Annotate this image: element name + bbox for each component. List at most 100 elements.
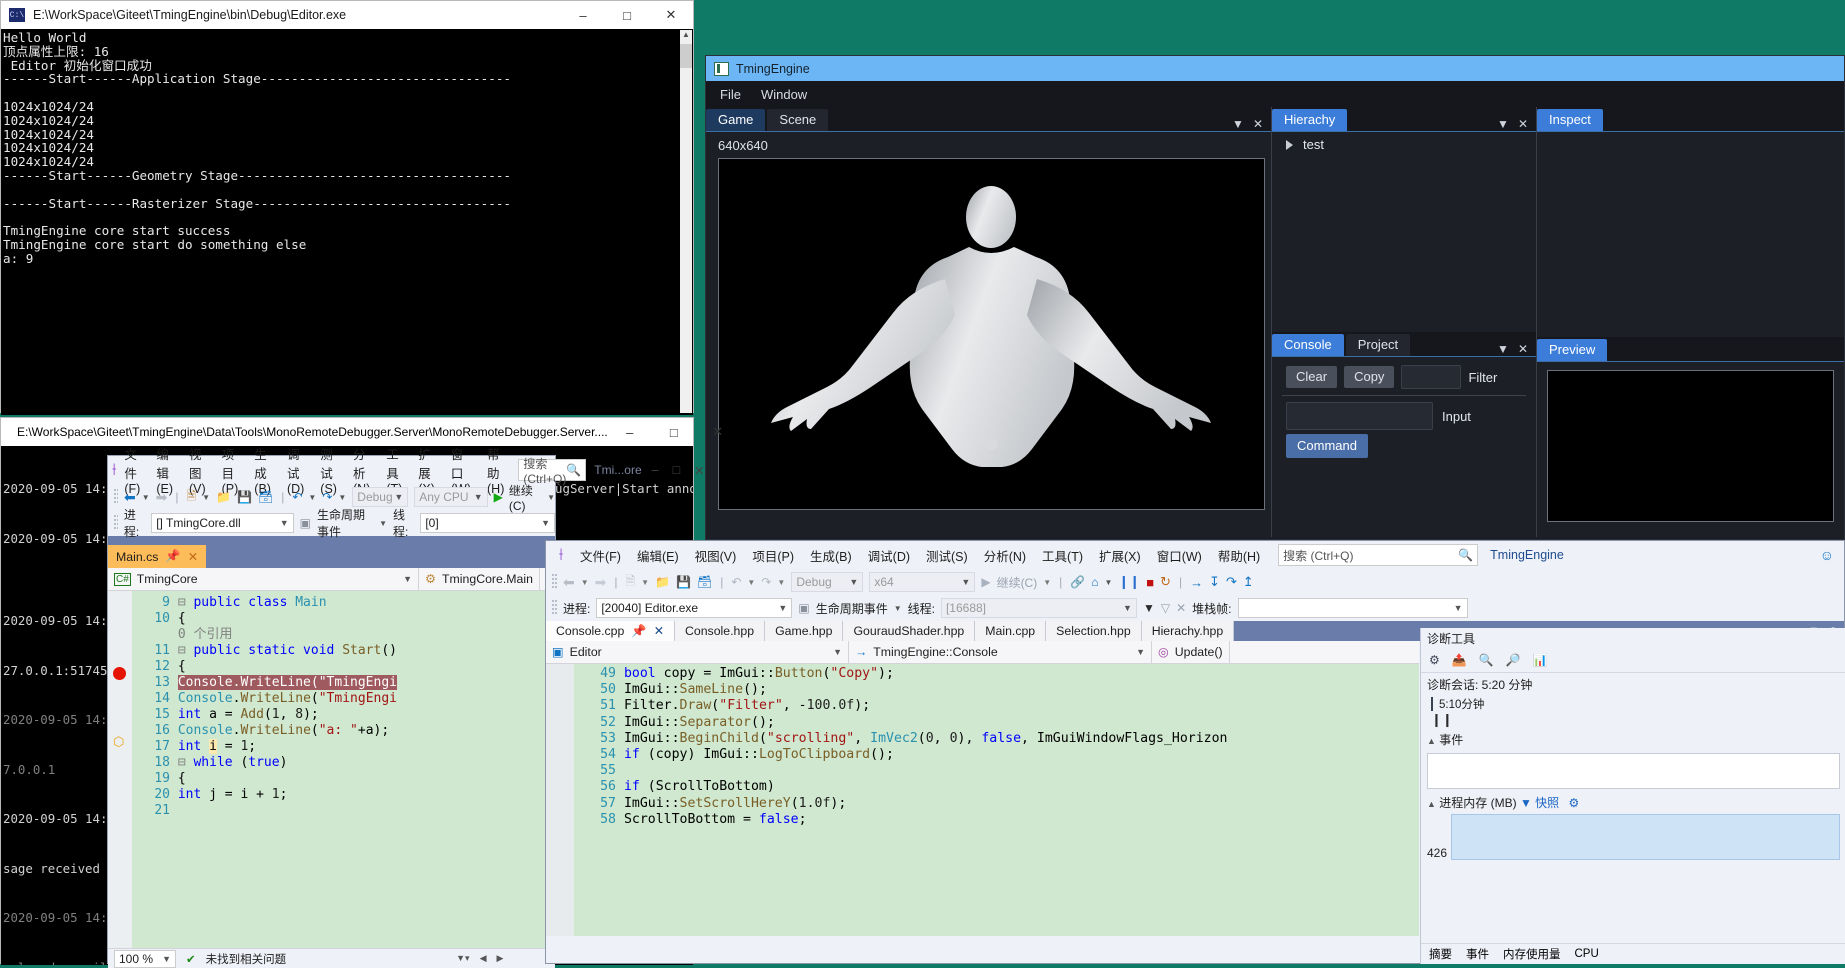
tab-gouraudshader-hpp[interactable]: GouraudShader.hpp xyxy=(843,621,976,641)
undo-dropdown-icon[interactable]: ▼ xyxy=(747,578,755,587)
zoom-combo[interactable]: 100 % ▼ xyxy=(114,949,176,968)
tab-console-cpp[interactable]: Console.cpp 📌 ✕ xyxy=(546,621,675,641)
step-over-icon[interactable]: → xyxy=(1190,575,1203,590)
tming-titlebar[interactable]: TmingEngine xyxy=(706,56,1844,81)
vs1-menubar[interactable]: ⟊ 文件(F) 编辑(E) 视图(V) 项目(P) 生成(B) 调试(D) 测试… xyxy=(108,448,705,496)
console-input[interactable] xyxy=(1286,402,1433,430)
minimize-button[interactable]: – xyxy=(608,418,652,446)
account-icon[interactable]: ☺ xyxy=(1820,547,1834,563)
tab-summary[interactable]: 摘要 xyxy=(1429,946,1452,962)
stop-icon[interactable]: ■ xyxy=(1146,575,1154,590)
minimize-button[interactable]: – xyxy=(561,1,605,29)
continue-label[interactable]: 继续(C) xyxy=(997,574,1038,591)
back-dropdown-icon[interactable]: ▼ xyxy=(581,578,589,587)
scroll-up-arrow-icon[interactable]: ▲ xyxy=(680,30,692,43)
game-render-canvas[interactable] xyxy=(718,158,1265,510)
search-box[interactable]: 搜索 (Ctrl+Q) 🔍 xyxy=(1278,544,1479,566)
collapse-icon[interactable]: ▼ xyxy=(1497,342,1509,356)
chevron-right-icon[interactable]: ▲ xyxy=(1427,736,1436,746)
diagnostics-toolbar[interactable]: ⚙ 📤 🔍 🔎 📊 xyxy=(1421,648,1845,673)
chevron-down-icon[interactable]: ▼ xyxy=(1136,647,1145,657)
scroll-down-icon[interactable]: ▼▾ xyxy=(456,953,469,964)
close-icon[interactable]: ✕ xyxy=(1518,342,1528,356)
menu-help[interactable]: 帮助(H) xyxy=(1210,542,1268,569)
menu-view[interactable]: 视图(V) xyxy=(687,542,745,569)
step-into-icon[interactable]: ↧ xyxy=(1209,574,1220,590)
scroll-left-icon[interactable]: ◀ xyxy=(480,953,487,964)
codelens-text[interactable]: 0 个引用 xyxy=(178,627,233,642)
tming-menubar[interactable]: File Window xyxy=(706,81,1844,107)
save-all-icon[interactable]: 🗃 xyxy=(258,490,273,504)
thread-combo[interactable]: [0] ▼ xyxy=(420,513,555,533)
chevron-right-icon[interactable] xyxy=(1286,139,1293,150)
vs2-menubar[interactable]: ⟊ 文件(F) 编辑(E) 视图(V) 项目(P) 生成(B) 调试(D) 测试… xyxy=(546,541,1844,569)
redo-icon[interactable]: ↷ xyxy=(322,490,332,504)
tab-events[interactable]: 事件 xyxy=(1466,946,1489,962)
redo-icon[interactable]: ↷ xyxy=(761,575,771,589)
vs1-navigation-bar[interactable]: C# TmingCore ▼ ⚙ TmingCore.Main xyxy=(108,568,555,591)
lifecycle-dropdown-icon[interactable]: ▼ xyxy=(379,519,387,528)
save-icon[interactable]: 💾 xyxy=(237,490,252,504)
process-combo[interactable]: [20040] Editor.exe ▼ xyxy=(596,598,793,618)
chevron-up-icon[interactable]: ▲ xyxy=(1427,799,1436,809)
menu-tools[interactable]: 工具(T) xyxy=(1034,542,1091,569)
new-dropdown-icon[interactable]: ▼ xyxy=(641,578,649,587)
tab-console-hpp[interactable]: Console.hpp xyxy=(675,621,766,641)
breakpoint-gutter[interactable] xyxy=(108,591,132,948)
export-icon[interactable]: 📤 xyxy=(1452,653,1467,667)
chevron-down-icon[interactable]: ▼ xyxy=(833,647,842,657)
collapse-icon[interactable]: ▼ xyxy=(1232,117,1244,131)
nav-method-combo[interactable]: ◎ Update() xyxy=(1152,641,1230,663)
nav-project-combo[interactable]: ▣ Editor ▼ xyxy=(546,641,849,663)
hierarchy-item-test[interactable]: test xyxy=(1272,132,1536,152)
platform-combo[interactable]: x64 ▼ xyxy=(869,572,976,592)
lifecycle-label[interactable]: 生命周期事件 xyxy=(317,506,373,540)
close-button[interactable]: ✕ xyxy=(694,463,704,478)
close-icon[interactable]: ✕ xyxy=(1518,117,1528,131)
menu-build[interactable]: 生成(B) xyxy=(802,542,860,569)
vs2-debug-toolbar[interactable]: 进程: [20040] Editor.exe ▼ ▣ 生命周期事件 ▼ 线程: [… xyxy=(546,595,1844,621)
tab-project[interactable]: Project xyxy=(1345,334,1411,356)
attach-process-icon[interactable]: 🔗 xyxy=(1070,575,1085,589)
new-item-icon[interactable]: 🗎 xyxy=(186,487,196,508)
filter-icon[interactable]: ▼ xyxy=(1143,601,1155,615)
vs1-debug-toolbar[interactable]: 进程: [] TmingCore.dll ▼ ▣ 生命周期事件 ▼ 线程: [0]… xyxy=(108,508,555,539)
continue-play-icon[interactable]: ▶ xyxy=(981,575,990,589)
continue-dropdown-icon[interactable]: ▼ xyxy=(547,493,555,502)
restart-icon[interactable]: ↻ xyxy=(1160,574,1171,590)
maximize-button[interactable]: □ xyxy=(652,418,696,446)
minimize-button[interactable]: – xyxy=(652,463,659,477)
redo-dropdown-icon[interactable]: ▼ xyxy=(777,578,785,587)
editor-console-titlebar[interactable]: C:\ E:\WorkSpace\Giteet\TmingEngine\bin\… xyxy=(1,1,693,29)
inspector-tabbar[interactable]: Inspect xyxy=(1537,107,1844,131)
open-file-icon[interactable]: 📁 xyxy=(655,575,670,589)
nav-class-combo[interactable]: → TmingEngine::Console ▼ xyxy=(849,641,1152,663)
lifecycle-icon[interactable]: ▣ xyxy=(300,516,311,530)
vs2-code-editor[interactable]: 49 bool copy = ImGui::Button("Copy"); 50… xyxy=(546,664,1419,936)
tab-memory-usage[interactable]: 内存使用量 xyxy=(1503,946,1561,962)
process-combo[interactable]: [] TmingCore.dll ▼ xyxy=(151,513,294,533)
new-item-icon[interactable]: 🗎 xyxy=(626,572,636,593)
menu-window[interactable]: Window xyxy=(761,87,807,102)
snapshot-label[interactable]: 快照 xyxy=(1535,796,1559,810)
maximize-button[interactable]: □ xyxy=(605,1,649,29)
thread-combo[interactable]: [16688] ▼ xyxy=(940,598,1137,618)
open-file-icon[interactable]: 📁 xyxy=(216,490,231,504)
vs1-code-editor[interactable]: ⬡ 9 ⊟ public class Main 10 { 0 个引用 11 ⊟ … xyxy=(108,591,555,948)
toolbar-gripper[interactable] xyxy=(114,489,118,505)
close-icon[interactable]: ✕ xyxy=(188,550,198,564)
undo-dropdown-icon[interactable]: ▼ xyxy=(308,493,316,502)
visual-studio-window-tmingcore[interactable]: ⟊ 文件(F) 编辑(E) 视图(V) 项目(P) 生成(B) 调试(D) 测试… xyxy=(107,448,705,968)
navigate-back-icon[interactable]: ⬅ xyxy=(563,574,575,591)
clear-button[interactable]: Clear xyxy=(1286,366,1338,388)
vs1-document-tabs[interactable]: Main.cs 📌 ✕ xyxy=(108,545,555,568)
menu-project[interactable]: 项目(P) xyxy=(744,542,802,569)
preview-tabbar[interactable]: Preview xyxy=(1537,337,1844,361)
tab-game-hpp[interactable]: Game.hpp xyxy=(765,621,844,641)
tab-scene[interactable]: Scene xyxy=(767,109,829,131)
menu-analyze[interactable]: 分析(N) xyxy=(976,542,1034,569)
tab-main-cpp[interactable]: Main.cpp xyxy=(975,621,1047,641)
save-icon[interactable]: 💾 xyxy=(676,575,691,589)
tab-main-cs[interactable]: Main.cs 📌 ✕ xyxy=(108,545,206,568)
tming-engine-window[interactable]: TmingEngine File Window Game Scene ▼ ✕ 6… xyxy=(705,55,1845,540)
